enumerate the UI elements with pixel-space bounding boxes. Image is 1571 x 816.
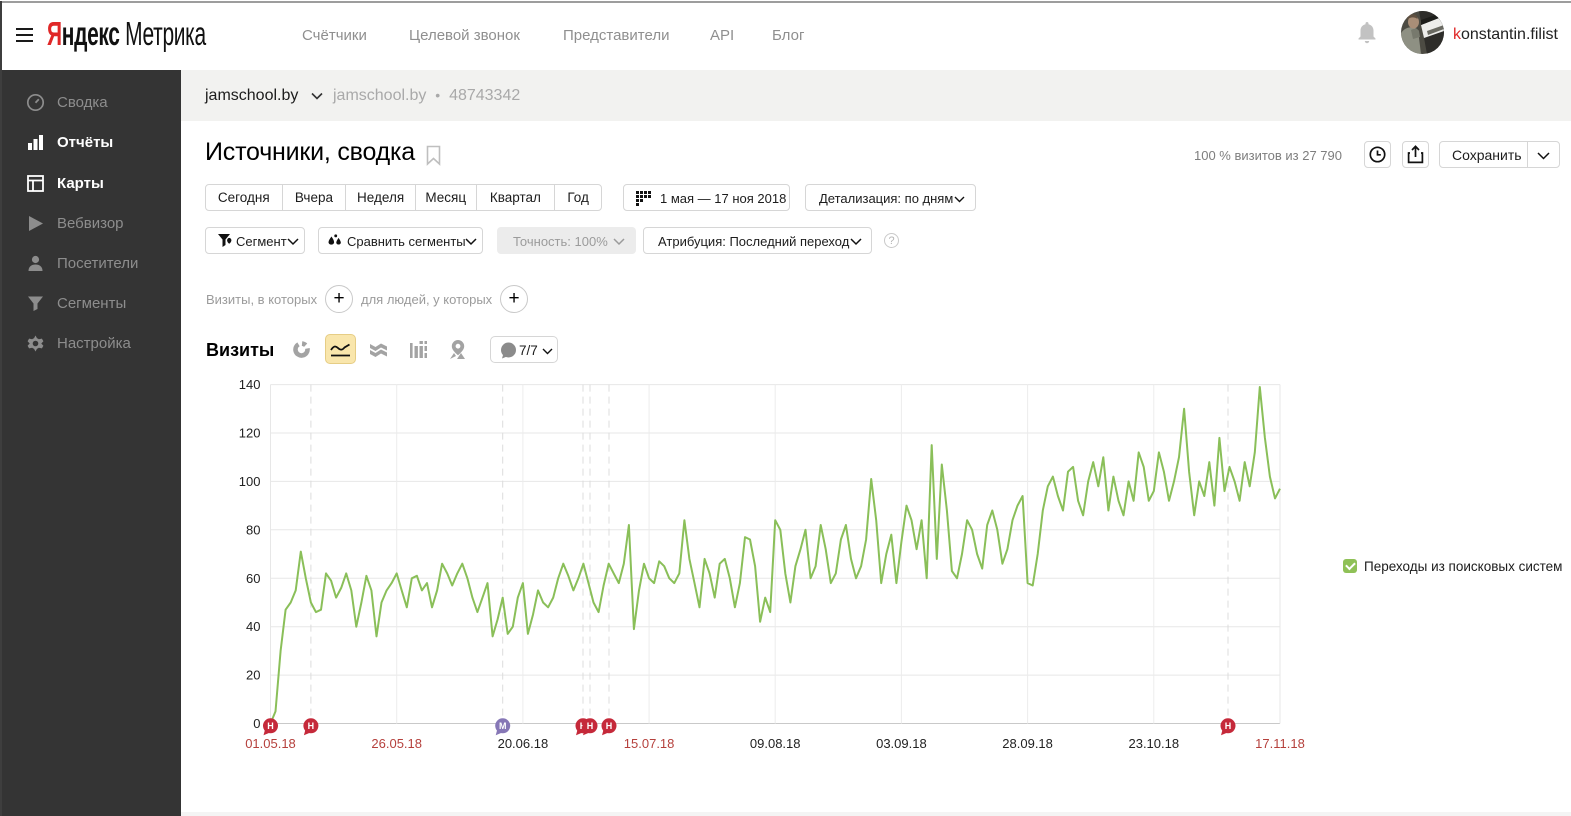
svg-text:80: 80	[246, 522, 260, 537]
svg-text:Н: Н	[308, 721, 315, 731]
svg-text:140: 140	[239, 377, 261, 392]
svg-text:60: 60	[246, 571, 260, 586]
svg-text:03.09.18: 03.09.18	[876, 736, 927, 751]
svg-text:40: 40	[246, 619, 260, 634]
svg-text:Н: Н	[587, 721, 594, 731]
svg-text:26.05.18: 26.05.18	[371, 736, 422, 751]
svg-text:Н: Н	[1225, 721, 1232, 731]
svg-text:23.10.18: 23.10.18	[1128, 736, 1179, 751]
svg-text:17.11.18: 17.11.18	[1255, 736, 1305, 751]
svg-text:М: М	[499, 721, 507, 731]
svg-text:120: 120	[239, 426, 261, 441]
svg-text:20.06.18: 20.06.18	[498, 736, 549, 751]
svg-text:100: 100	[239, 474, 261, 489]
svg-text:Н: Н	[606, 721, 613, 731]
svg-text:Н: Н	[267, 721, 274, 731]
svg-text:0: 0	[253, 716, 260, 731]
svg-text:20: 20	[246, 668, 260, 683]
svg-text:15.07.18: 15.07.18	[624, 736, 675, 751]
svg-text:09.08.18: 09.08.18	[750, 736, 801, 751]
svg-text:01.05.18: 01.05.18	[245, 736, 296, 751]
svg-text:28.09.18: 28.09.18	[1002, 736, 1053, 751]
